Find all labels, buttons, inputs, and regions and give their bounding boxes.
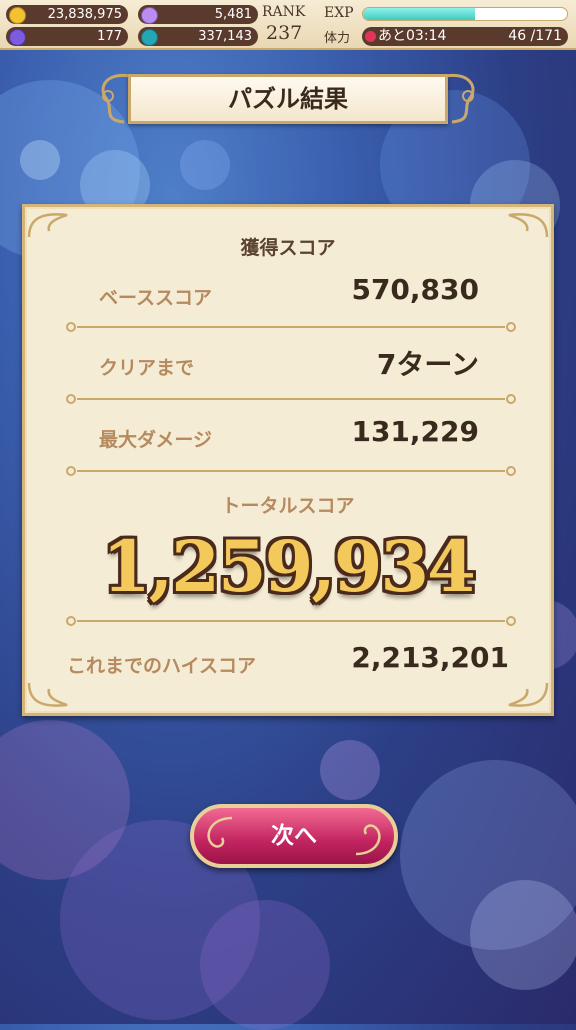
magic-stone-counter: 5,481 bbox=[138, 5, 258, 24]
orb-value: 337,143 bbox=[198, 29, 252, 44]
crystal-icon bbox=[9, 29, 26, 46]
stamina-heart-icon bbox=[365, 31, 376, 42]
exp-bar-fill bbox=[363, 8, 476, 20]
orb-icon bbox=[141, 29, 158, 46]
status-bar: 23,838,975 5,481 177 337,143 RANK 237 EX… bbox=[0, 0, 576, 50]
high-score-value: 2,213,201 bbox=[351, 641, 509, 674]
page-title: パズル結果 bbox=[128, 74, 448, 124]
section-title: 獲得スコア bbox=[240, 237, 336, 259]
corner-ornament-bottom-right bbox=[508, 682, 549, 707]
divider bbox=[66, 616, 516, 626]
orb-counter: 337,143 bbox=[138, 27, 258, 46]
exp-bar bbox=[362, 7, 568, 21]
crystal-value: 177 bbox=[97, 29, 122, 44]
stamina-bar: あと03:14 46 /171 bbox=[362, 27, 568, 46]
base-score-value: 570,830 bbox=[351, 273, 479, 306]
button-left-ornament bbox=[207, 816, 233, 848]
total-score-label: トータルスコア bbox=[221, 495, 355, 517]
button-right-ornament bbox=[355, 824, 381, 856]
rank-value: 237 bbox=[266, 22, 303, 44]
clear-turns-value: 7ターン bbox=[376, 348, 479, 381]
base-score-label: ベーススコア bbox=[99, 287, 213, 309]
next-button-label: 次へ bbox=[271, 823, 317, 849]
magic-stone-icon bbox=[141, 7, 158, 24]
stamina-count: 46 /171 bbox=[508, 28, 562, 44]
right-scroll-ornament bbox=[445, 73, 475, 124]
divider bbox=[66, 466, 516, 476]
clear-turns-label: クリアまで bbox=[99, 357, 195, 379]
result-panel: 獲得スコア ベーススコア 570,830 クリアまで 7ターン 最大ダメージ 1… bbox=[22, 204, 554, 716]
corner-ornament-bottom-left bbox=[27, 682, 68, 707]
exp-label: EXP bbox=[324, 5, 354, 21]
high-score-label: これまでのハイスコア bbox=[67, 655, 257, 677]
next-button[interactable]: 次へ bbox=[190, 804, 398, 868]
magic-stone-value: 5,481 bbox=[214, 7, 252, 22]
total-score-value: 1,259,934 bbox=[102, 525, 476, 608]
divider bbox=[66, 322, 516, 332]
stamina-label: 体力 bbox=[324, 31, 351, 46]
rank-label: RANK bbox=[262, 4, 306, 20]
stamina-timer: あと03:14 bbox=[378, 28, 447, 44]
divider bbox=[66, 394, 516, 404]
gold-value: 23,838,975 bbox=[47, 7, 122, 22]
crystal-counter: 177 bbox=[6, 27, 128, 46]
max-damage-label: 最大ダメージ bbox=[99, 429, 213, 451]
max-damage-value: 131,229 bbox=[351, 415, 479, 448]
gold-counter: 23,838,975 bbox=[6, 5, 128, 24]
gold-coin-icon bbox=[9, 7, 26, 24]
